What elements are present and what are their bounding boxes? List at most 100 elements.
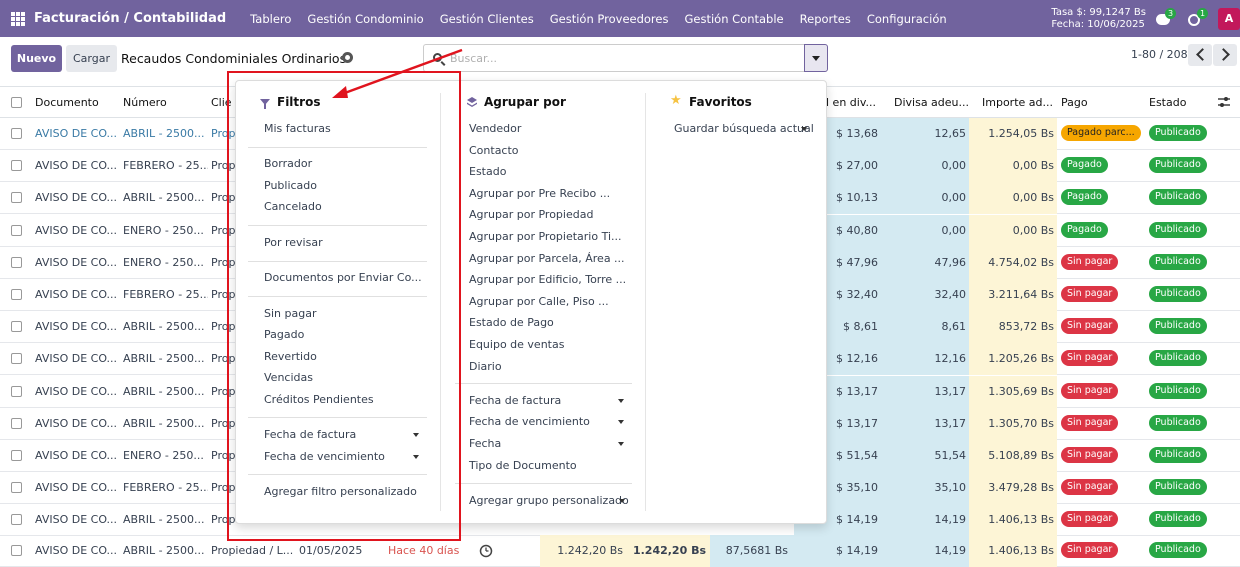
column-settings-icon[interactable]: [1217, 96, 1231, 108]
status-badge: Publicado: [1149, 414, 1207, 431]
groupby-fecha[interactable]: Fecha: [469, 437, 501, 450]
row-checkbox[interactable]: [11, 160, 22, 172]
menu-tablero[interactable]: Tablero: [242, 12, 299, 26]
groupby-item[interactable]: Diario: [469, 360, 502, 373]
add-custom-group[interactable]: Agregar grupo personalizado: [469, 494, 629, 507]
payment-status-badge: Sin pagar: [1061, 414, 1119, 431]
annotation-highlight-box: [227, 71, 461, 541]
layers-icon: [467, 97, 477, 107]
star-icon: ★: [670, 93, 682, 108]
row-numero: ENERO - 250...: [123, 223, 204, 237]
row-checkbox[interactable]: [11, 450, 22, 461]
header-documento[interactable]: Documento: [35, 96, 99, 109]
row-checkbox[interactable]: [11, 256, 22, 268]
gear-icon[interactable]: [342, 52, 353, 63]
groupby-item[interactable]: Contacto: [469, 144, 519, 157]
header-total-divisa[interactable]: l en div...: [826, 96, 876, 109]
status-badge: Publicado: [1149, 157, 1207, 174]
apps-grid-icon[interactable]: [11, 11, 25, 26]
groupby-title: Agrupar por: [484, 95, 566, 109]
row-numero: ABRIL - 2500...: [123, 544, 205, 557]
header-divisa-adeudada[interactable]: Divisa adeu...: [894, 96, 969, 109]
row-checkbox[interactable]: [11, 289, 22, 300]
status-badge: Publicado: [1149, 350, 1207, 367]
chevron-down-icon[interactable]: [618, 442, 624, 446]
groupby-item[interactable]: Estado de Pago: [469, 316, 554, 329]
groupby-item[interactable]: Agrupar por Propietario Ti...: [469, 230, 622, 243]
status-badge: Publicado: [1149, 447, 1207, 463]
activity-clock-icon[interactable]: [479, 544, 493, 558]
row-checkbox[interactable]: [11, 192, 22, 204]
payment-status-badge: Sin pagar: [1061, 253, 1119, 270]
row-tasa: 87,5681 Bs: [710, 535, 794, 567]
chevron-down-icon[interactable]: [619, 499, 625, 503]
chat-icon[interactable]: 3: [1156, 7, 1177, 26]
pager-previous-button[interactable]: [1188, 44, 1212, 66]
user-avatar[interactable]: A: [1218, 7, 1240, 30]
menu-gestion-contable[interactable]: Gestión Contable: [676, 12, 791, 26]
row-importe-adeudado: 3.479,28 Bs: [969, 472, 1057, 505]
groupby-item[interactable]: Agrupar por Pre Recibo ...: [469, 187, 610, 200]
activity-clock-icon[interactable]: 1: [1188, 7, 1209, 26]
groupby-item[interactable]: Agrupar por Calle, Piso ...: [469, 295, 609, 308]
row-importe-adeudado: 1.254,05 Bs: [969, 118, 1057, 150]
row-checkbox[interactable]: [11, 545, 22, 556]
header-estado[interactable]: Estado: [1149, 96, 1186, 109]
header-pago[interactable]: Pago: [1061, 96, 1088, 109]
header-importe-adeudado[interactable]: Importe ad...: [982, 96, 1053, 109]
groupby-fecha-factura[interactable]: Fecha de factura: [469, 394, 561, 407]
row-checkbox[interactable]: [11, 482, 22, 494]
new-button[interactable]: Nuevo: [11, 45, 62, 72]
groupby-item[interactable]: Agrupar por Edificio, Torre ...: [469, 273, 626, 286]
status-badge: Publicado: [1149, 382, 1207, 399]
row-divisa-adeudada: 35,10: [882, 472, 969, 505]
groupby-fecha-vencimiento[interactable]: Fecha de vencimiento: [469, 415, 590, 428]
status-badge: Publicado: [1149, 318, 1207, 335]
groupby-item[interactable]: Agrupar por Parcela, Área ...: [469, 252, 625, 265]
row-divisa-adeudada: 13,17: [882, 375, 969, 408]
pager-next-button[interactable]: [1213, 44, 1237, 66]
row-checkbox[interactable]: [11, 514, 22, 526]
menu-gestion-clientes[interactable]: Gestión Clientes: [432, 12, 542, 26]
menu-gestion-condominio[interactable]: Gestión Condominio: [299, 12, 431, 26]
upload-button[interactable]: Cargar: [66, 45, 117, 72]
menu-gestion-proveedores[interactable]: Gestión Proveedores: [542, 12, 677, 26]
row-monto-total: 1.242,20 Bs: [627, 535, 710, 567]
row-divisa-adeudada: 47,96: [882, 246, 969, 279]
search-options-toggle[interactable]: [804, 44, 828, 72]
menu-configuracion[interactable]: Configuración: [859, 12, 955, 26]
chevron-down-icon[interactable]: [801, 127, 807, 131]
groupby-item[interactable]: Vendedor: [469, 122, 521, 135]
row-checkbox[interactable]: [11, 224, 22, 236]
search-input[interactable]: [450, 50, 790, 66]
groupby-item[interactable]: Estado: [469, 165, 506, 178]
navbar-right: Tasa $: 99,1247 Bs Fecha: 10/06/2025 3 1…: [1051, 0, 1240, 37]
row-divisa-adeudada: 14,19: [882, 504, 969, 537]
chat-count-badge: 3: [1165, 7, 1177, 19]
row-documento: AVISO DE CO...: [35, 384, 118, 398]
row-checkbox[interactable]: [11, 353, 22, 365]
row-documento: AVISO DE CO...: [35, 191, 118, 205]
chevron-down-icon[interactable]: [618, 420, 624, 424]
save-current-search[interactable]: Guardar búsqueda actual: [674, 122, 814, 135]
menu-reportes[interactable]: Reportes: [792, 12, 859, 26]
groupby-item[interactable]: Agrupar por Propiedad: [469, 208, 593, 221]
header-numero[interactable]: Número: [123, 96, 167, 109]
row-documento: AVISO DE CO...: [35, 159, 118, 173]
row-checkbox[interactable]: [11, 321, 22, 333]
row-checkbox[interactable]: [11, 128, 22, 139]
row-numero: ENERO - 250...: [123, 449, 204, 462]
table-row[interactable]: AVISO DE CO... ABRIL - 2500... Propiedad…: [0, 535, 1240, 567]
row-checkbox[interactable]: [11, 385, 22, 397]
pager-value[interactable]: 1-80 / 208: [1131, 48, 1188, 61]
row-importe-adeudado: 1.205,26 Bs: [969, 343, 1057, 376]
chevron-down-icon[interactable]: [618, 399, 624, 403]
row-importe-adeudado: 1.406,13 Bs: [969, 535, 1057, 567]
groupby-tipo-documento[interactable]: Tipo de Documento: [469, 459, 577, 472]
row-checkbox[interactable]: [11, 417, 22, 429]
select-all-checkbox[interactable]: [11, 97, 22, 108]
row-numero: ABRIL - 2500...: [123, 320, 205, 334]
app-brand[interactable]: Facturación / Contabilidad: [34, 11, 226, 26]
payment-status-badge: Pagado: [1061, 221, 1108, 238]
groupby-item[interactable]: Equipo de ventas: [469, 338, 564, 351]
